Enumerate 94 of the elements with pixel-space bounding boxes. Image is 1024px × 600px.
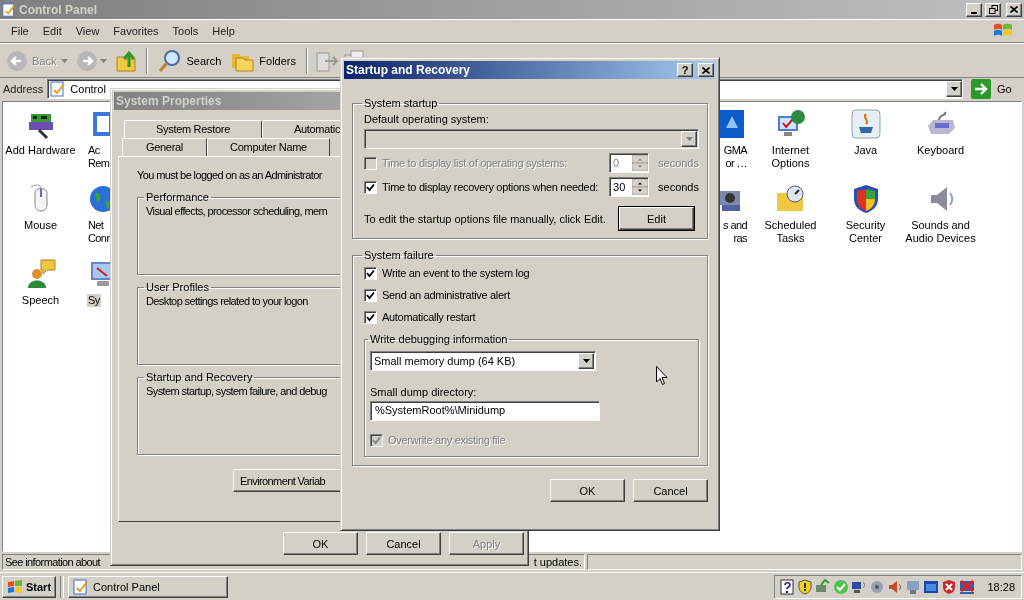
monitor-icon[interactable] <box>905 578 922 595</box>
dialog-button[interactable]: Cancel <box>366 532 441 555</box>
speaker-icon[interactable] <box>887 578 904 595</box>
checkbox-label: Overwrite any existing file <box>388 434 506 446</box>
start-button[interactable]: Start <box>2 575 57 598</box>
control-panel-item[interactable]: s and ras <box>722 219 748 245</box>
group-title: Write debugging information <box>369 333 509 345</box>
checkbox-label: Write an event to the system log <box>382 267 530 279</box>
mouse-pointer-icon <box>656 366 668 386</box>
minimize-icon <box>971 11 977 14</box>
coffee-cup-icon[interactable] <box>849 108 882 140</box>
edit-button[interactable]: Edit <box>619 207 694 230</box>
folders-button[interactable]: Folders <box>228 47 299 74</box>
go-button[interactable]: Go <box>967 79 1021 99</box>
menu-item[interactable]: View <box>68 25 107 37</box>
control-panel-icon <box>2 2 16 17</box>
dialog-button[interactable]: OK <box>550 479 625 502</box>
group-description: System startup, system failure, and debug <box>146 385 327 397</box>
status-text: See information about <box>5 556 101 568</box>
control-panel-item[interactable]: Sounds and Audio Devices <box>904 219 977 245</box>
shield-icon[interactable] <box>941 578 958 595</box>
checkbox[interactable] <box>364 266 377 280</box>
control-panel-item[interactable]: GMA or … <box>722 144 748 170</box>
unit-label: seconds <box>658 157 699 169</box>
group-description: Visual effects, processor scheduling, mem <box>146 205 328 217</box>
network-error-icon[interactable] <box>959 578 976 595</box>
control-panel-item[interactable]: Add Hardware <box>4 144 77 157</box>
control-panel-item[interactable]: Internet Options <box>770 144 811 170</box>
check-icon[interactable] <box>833 578 850 595</box>
control-panel-item[interactable]: Scheduled Tasks <box>763 219 818 245</box>
caret-icon[interactable] <box>100 58 108 63</box>
control-panel-item[interactable]: Sy <box>87 294 101 307</box>
control-panel-icon <box>73 578 90 595</box>
menu-item[interactable]: Tools <box>165 25 206 37</box>
group-title: Performance <box>145 191 210 203</box>
control-panel-item[interactable]: Keyboard <box>915 144 966 157</box>
caret-icon <box>582 359 590 363</box>
checkbox[interactable] <box>364 180 377 194</box>
spin-arrows-icon[interactable] <box>632 179 648 195</box>
control-panel-item[interactable]: Ac Rem <box>87 144 111 170</box>
control-panel-item[interactable]: Mouse <box>23 219 58 232</box>
checkbox-label: Send an administrative alert <box>382 289 510 301</box>
tab[interactable]: General <box>122 138 207 156</box>
tab[interactable]: System Restore <box>124 120 262 138</box>
control-panel-item[interactable]: Java <box>852 144 879 157</box>
taskbar-button[interactable]: Control Panel <box>68 575 229 598</box>
group-description: Desktop settings related to your logon <box>146 295 308 307</box>
search-icon <box>158 48 183 73</box>
checkbox-label: Time to display list of operating systems: <box>382 157 568 169</box>
close-icon <box>702 66 710 74</box>
restore-icon <box>988 5 998 14</box>
menu-item[interactable]: Help <box>205 25 242 37</box>
dialog-button[interactable]: OK <box>283 532 358 555</box>
close-icon <box>1010 6 1018 13</box>
instruction-text: To edit the startup options file manually, click Edit. <box>364 212 606 225</box>
notice-text: You must be logged on as an Administrator <box>137 169 324 181</box>
field-label: Small dump directory: <box>370 386 478 398</box>
dialog-button[interactable]: Cancel <box>633 479 708 502</box>
caret-icon[interactable] <box>61 58 69 63</box>
group-title: System startup <box>363 97 439 109</box>
dropdown-button[interactable] <box>946 81 962 97</box>
checkbox[interactable] <box>364 288 377 302</box>
search-button[interactable]: Search <box>155 46 225 75</box>
window-title: Control Panel <box>19 2 97 17</box>
menu-item[interactable]: File <box>4 25 36 37</box>
number-spinner[interactable]: 30 <box>609 177 649 197</box>
checkbox-label: Time to display recovery options when needed: <box>382 181 598 193</box>
menu-item[interactable]: Edit <box>35 25 69 37</box>
caret-icon <box>685 137 693 141</box>
help-icon[interactable] <box>779 578 796 595</box>
dialog-title: Startup and Recovery <box>346 63 471 77</box>
group-title: User Profiles <box>145 281 210 293</box>
clock: 18:28 <box>987 580 1015 593</box>
disc-icon[interactable] <box>869 578 886 595</box>
window-icon[interactable] <box>923 578 940 595</box>
checkbox-label: Automatically restart <box>382 311 476 323</box>
windows-logo-icon <box>7 579 23 594</box>
group-title: System failure <box>363 249 435 261</box>
control-panel-item[interactable]: Speech <box>20 294 61 307</box>
status-text: t updates. <box>533 556 582 568</box>
menu-item[interactable]: Favorites <box>106 25 166 37</box>
input-field[interactable]: %SystemRoot%\Minidump <box>370 401 600 421</box>
control-panel-item[interactable]: Security Center <box>844 219 887 245</box>
caret-icon <box>950 87 958 91</box>
help-button[interactable]: ? <box>677 63 693 77</box>
dump-type-dropdown[interactable]: Small memory dump (64 KB) <box>370 351 596 371</box>
address-label: Address <box>3 83 44 95</box>
group-title: Startup and Recovery <box>145 371 254 383</box>
tab[interactable]: Computer Name <box>207 138 330 156</box>
dialog-title: System Properties <box>116 94 222 108</box>
unit-label: seconds <box>658 181 699 193</box>
checkbox[interactable] <box>364 310 377 324</box>
close-button[interactable] <box>698 63 714 77</box>
shield-icon[interactable] <box>797 578 814 595</box>
